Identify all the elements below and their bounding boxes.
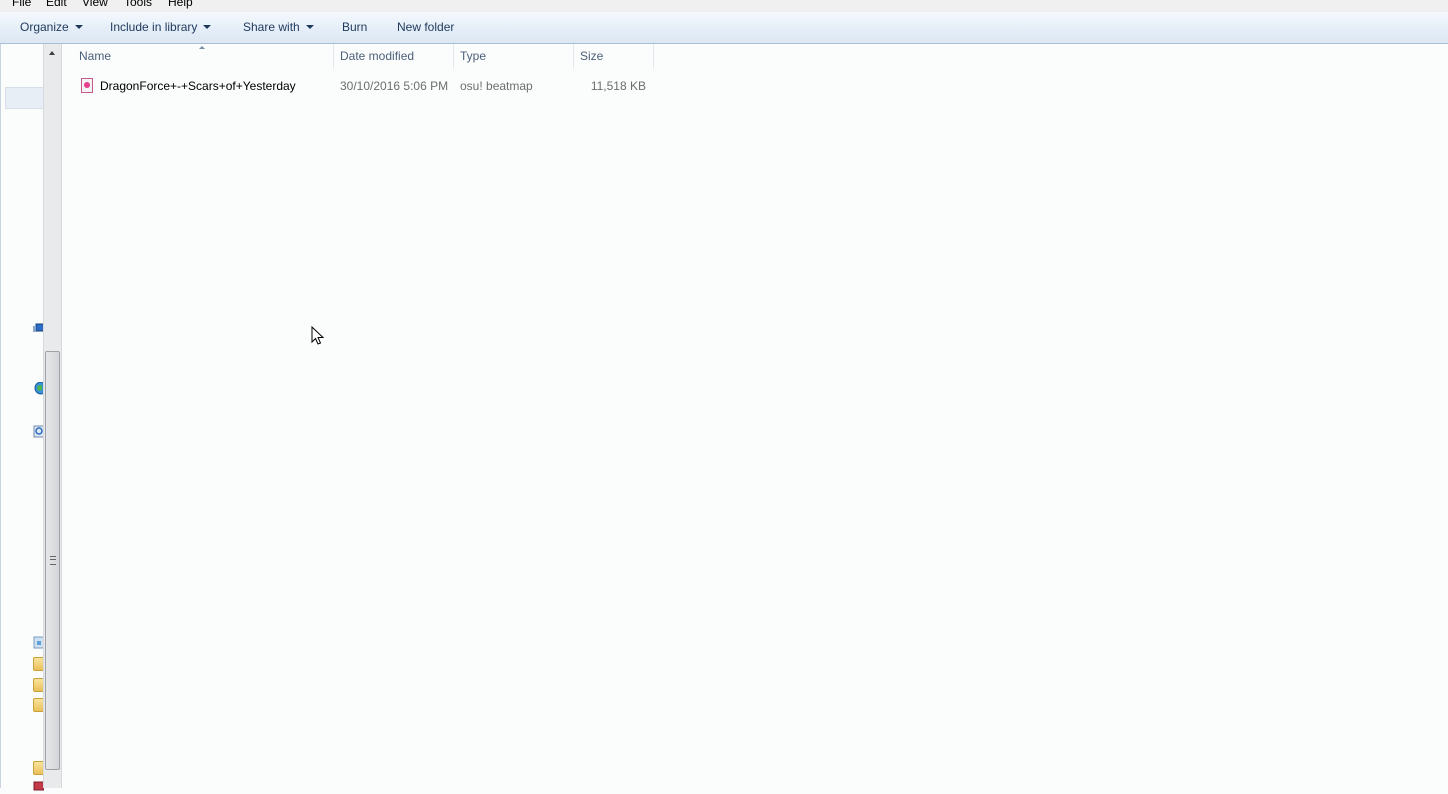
menu-help[interactable]: Help	[168, 0, 193, 9]
grip-icon	[50, 556, 56, 565]
scrollbar-thumb[interactable]	[45, 351, 60, 770]
mouse-cursor-icon	[311, 326, 325, 345]
column-size[interactable]: Size	[574, 44, 654, 69]
folder-icon[interactable]	[33, 657, 43, 671]
burn-button[interactable]: Burn	[342, 20, 367, 34]
file-row[interactable]: DragonForce+-+Scars+of+Yesterday 30/10/2…	[60, 76, 660, 96]
navigation-pane	[0, 44, 45, 791]
dropdown-caret-icon	[203, 25, 212, 29]
organize-button[interactable]: Organize	[20, 20, 83, 34]
share-with-label: Share with	[243, 20, 300, 34]
menu-bar: File Edit View Tools Help	[0, 0, 1448, 12]
sort-ascending-icon	[199, 46, 205, 49]
organize-label: Organize	[20, 20, 69, 34]
nav-selected-item[interactable]	[5, 87, 45, 109]
navigation-scrollbar[interactable]	[43, 44, 62, 788]
file-date-modified: 30/10/2016 5:06 PM	[340, 79, 449, 93]
new-folder-button[interactable]: New folder	[397, 20, 454, 34]
file-size: 11,518 KB	[590, 79, 646, 93]
menu-view[interactable]: View	[82, 0, 108, 9]
folder-icon[interactable]	[33, 678, 43, 692]
file-name: DragonForce+-+Scars+of+Yesterday	[100, 79, 296, 93]
folder-icon[interactable]	[33, 761, 43, 775]
include-in-library-button[interactable]: Include in library	[110, 20, 212, 34]
file-type: osu! beatmap	[460, 79, 533, 93]
dropdown-caret-icon	[305, 25, 314, 29]
column-date-modified[interactable]: Date modified	[334, 44, 454, 69]
include-in-library-label: Include in library	[110, 20, 198, 34]
menu-edit[interactable]: Edit	[46, 0, 67, 9]
scroll-up-icon[interactable]	[49, 51, 55, 55]
share-with-button[interactable]: Share with	[243, 20, 314, 34]
command-bar: Organize Include in library Share with B…	[0, 12, 1448, 44]
column-type[interactable]: Type	[454, 44, 574, 69]
menu-file[interactable]: File	[12, 0, 31, 9]
menu-tools[interactable]: Tools	[124, 0, 152, 9]
osu-beatmap-icon	[81, 78, 93, 93]
folder-icon[interactable]	[33, 698, 43, 712]
dropdown-caret-icon	[74, 25, 83, 29]
